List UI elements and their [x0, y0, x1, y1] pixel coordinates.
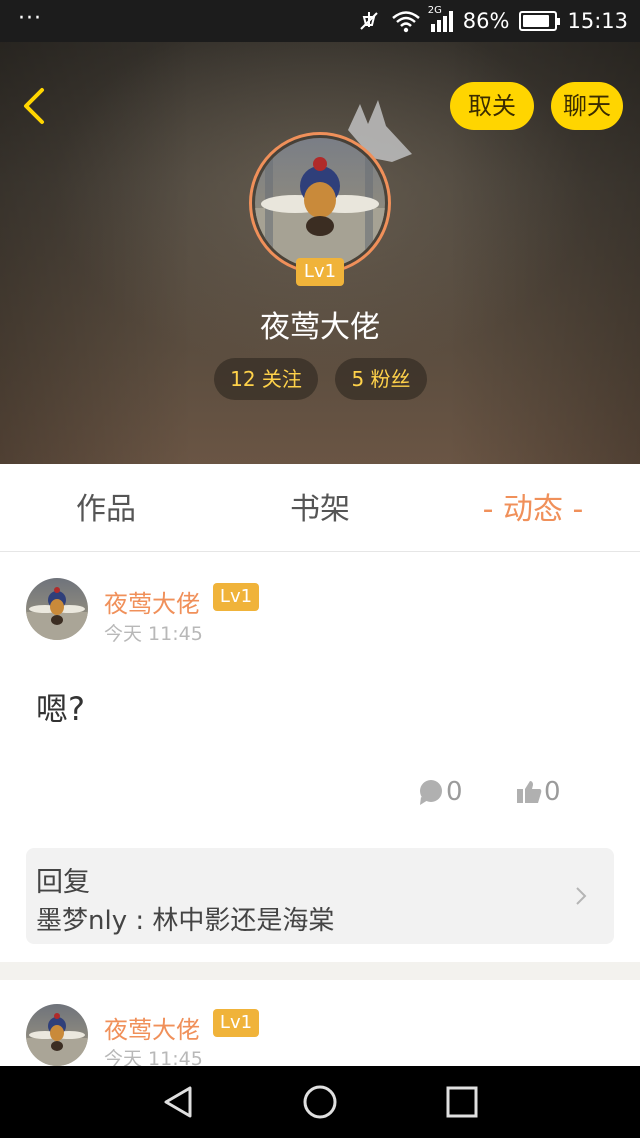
battery-fill [523, 15, 550, 27]
comment-count: 0 [446, 777, 463, 807]
comment-bubble-icon [420, 780, 442, 805]
post-level-badge: Lv1 [213, 583, 259, 611]
square-recent-icon[interactable] [444, 1084, 480, 1120]
tab-bookshelf[interactable]: 书架 [254, 464, 386, 552]
post-time: 今天 11:45 [104, 623, 203, 645]
post-author-name[interactable]: 夜莺大佬 [104, 1010, 200, 1045]
profile-avatar[interactable] [249, 132, 391, 274]
owl-figure-icon [26, 1013, 88, 1066]
fans-count-button[interactable]: 5 粉丝 [335, 358, 427, 400]
mute-icon [360, 12, 378, 30]
signal-icon: 2G [428, 5, 453, 32]
status-right: 2G 86% 15:13 [357, 0, 628, 42]
like-count: 0 [544, 777, 561, 807]
like-button[interactable]: 0 [516, 774, 561, 810]
post-author-avatar[interactable] [26, 1004, 88, 1066]
comment-button[interactable]: 0 [418, 774, 463, 810]
circle-home-icon[interactable] [302, 1084, 338, 1120]
level-badge: Lv1 [296, 258, 344, 286]
back-button[interactable] [14, 84, 54, 128]
triangle-back-icon[interactable] [160, 1084, 196, 1120]
owl-figure-icon [255, 138, 385, 268]
clock: 15:13 [567, 9, 628, 33]
post-level-badge: Lv1 [213, 1009, 259, 1037]
owl-figure-icon [26, 587, 88, 640]
following-count-button[interactable]: 12 关注 [214, 358, 318, 400]
reply-text: 墨梦nly : 林中影还是海棠 [36, 906, 335, 936]
profile-screen: ··· 2G 86% 15:13 取关 聊天 Lv1 夜莺大佬 12 关注 5 … [0, 0, 640, 1138]
chevron-right-icon [576, 887, 587, 905]
reply-preview[interactable]: 回复 墨梦nly : 林中影还是海棠 [26, 848, 614, 944]
chat-button[interactable]: 聊天 [551, 82, 623, 130]
avatar-ring [249, 132, 391, 274]
profile-tabs: 作品 书架 - 动态 - [0, 464, 640, 552]
notification-dots: ··· [18, 6, 42, 31]
post-author-avatar[interactable] [26, 578, 88, 640]
status-bar: ··· 2G 86% 15:13 [0, 0, 640, 42]
post-content[interactable]: 嗯? [36, 684, 85, 730]
wifi-icon [391, 11, 420, 33]
post-author-name[interactable]: 夜莺大佬 [104, 584, 200, 619]
unfollow-button[interactable]: 取关 [450, 82, 534, 130]
profile-username: 夜莺大佬 [260, 310, 380, 345]
reply-title: 回复 [36, 867, 90, 898]
post-separator [0, 962, 640, 980]
chevron-left-icon [24, 88, 44, 124]
thumbs-up-icon [517, 781, 542, 803]
tab-works[interactable]: 作品 [40, 464, 172, 552]
system-nav-bar [0, 1066, 640, 1138]
battery-icon [519, 11, 561, 31]
battery-percent: 86% [462, 9, 510, 33]
avatar-image [255, 138, 385, 268]
tab-activity[interactable]: - 动态 - [462, 464, 604, 552]
network-type: 2G [427, 5, 442, 16]
